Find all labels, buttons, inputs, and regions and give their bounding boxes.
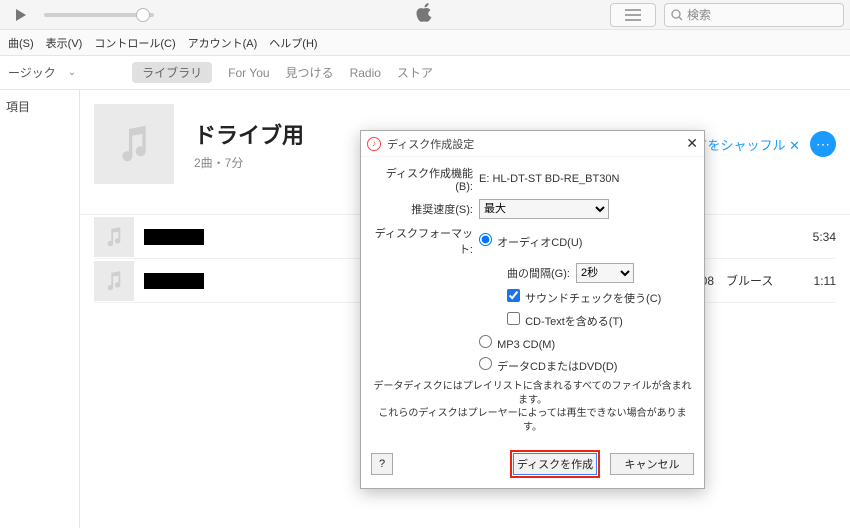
tab-find[interactable]: 見つける: [286, 64, 334, 81]
track-duration: 1:11: [796, 274, 836, 288]
menu-songs[interactable]: 曲(S): [4, 33, 38, 53]
track-name-redacted: [144, 229, 204, 245]
list-view-icon[interactable]: [610, 3, 656, 27]
tab-store[interactable]: ストア: [397, 64, 433, 81]
help-button[interactable]: ?: [371, 453, 393, 475]
tab-radio[interactable]: Radio: [350, 66, 381, 80]
speed-label: 推奨速度(S):: [371, 201, 473, 217]
radio-data-cd[interactable]: データCDまたはDVD(D): [479, 357, 617, 374]
drive-label: ディスク作成機能(B):: [371, 165, 473, 193]
category-label: ージック: [8, 64, 56, 81]
playlist-art: [94, 104, 174, 184]
dialog-titlebar: ♪ ディスク作成設定 ✕: [361, 131, 704, 157]
checkbox-soundcheck[interactable]: サウンドチェックを使う(C): [507, 289, 661, 306]
sidebar: 項目: [0, 90, 80, 528]
more-button[interactable]: ⋯: [810, 131, 836, 157]
close-icon[interactable]: ✕: [686, 135, 698, 152]
itunes-icon: ♪: [367, 137, 381, 151]
track-name-redacted: [144, 273, 204, 289]
playlist-title: ドライブ用: [194, 118, 304, 150]
radio-audio-cd[interactable]: オーディオCD(U): [479, 233, 582, 250]
gap-select[interactable]: 2秒: [576, 263, 634, 283]
section-bar: ージック ⌄ ライブラリ For You 見つける Radio ストア: [0, 56, 850, 90]
dialog-note: データディスクにはプレイリストに含まれるすべてのファイルが含まれます。これらのデ…: [373, 380, 692, 434]
cancel-button[interactable]: キャンセル: [610, 453, 694, 475]
track-art-icon: [94, 261, 134, 301]
menu-controls[interactable]: コントロール(C): [90, 33, 179, 53]
menu-account[interactable]: アカウント(A): [184, 33, 262, 53]
checkbox-cdtext[interactable]: CD-Textを含める(T): [507, 312, 623, 329]
volume-slider[interactable]: [44, 13, 154, 17]
menu-bar: 曲(S) 表示(V) コントロール(C) アカウント(A) ヘルプ(H): [0, 30, 850, 56]
format-label: ディスクフォーマット:: [371, 225, 473, 257]
tab-foryou[interactable]: For You: [228, 66, 269, 80]
ok-highlight: ディスクを作成: [510, 450, 600, 478]
playlist-subtitle: 2曲・7分: [194, 154, 304, 171]
gap-label: 曲の間隔(G):: [507, 265, 570, 281]
search-placeholder: 検索: [687, 6, 711, 23]
track-genre: ブルース: [726, 272, 796, 289]
sidebar-item[interactable]: 項目: [6, 98, 73, 115]
chevron-down-icon: ⌄: [68, 67, 76, 78]
tab-library[interactable]: ライブラリ: [132, 62, 212, 83]
menu-help[interactable]: ヘルプ(H): [265, 33, 321, 53]
search-input[interactable]: 検索: [664, 3, 844, 27]
burn-disc-button[interactable]: ディスクを作成: [513, 453, 597, 475]
radio-mp3-cd[interactable]: MP3 CD(M): [479, 335, 555, 351]
title-bar: 検索: [0, 0, 850, 30]
apple-logo-icon: [417, 3, 434, 26]
play-icon[interactable]: [6, 2, 36, 28]
speed-select[interactable]: 最大: [479, 199, 609, 219]
category-dropdown[interactable]: ージック ⌄: [8, 64, 76, 81]
disc-burn-dialog: ♪ ディスク作成設定 ✕ ディスク作成機能(B): E: HL-DT-ST BD…: [360, 130, 705, 489]
menu-view[interactable]: 表示(V): [42, 33, 87, 53]
track-art-icon: [94, 217, 134, 257]
drive-value: E: HL-DT-ST BD-RE_BT30N: [479, 173, 694, 185]
volume-thumb[interactable]: [136, 8, 150, 22]
dialog-title: ディスク作成設定: [387, 136, 474, 152]
track-duration: 5:34: [796, 230, 836, 244]
